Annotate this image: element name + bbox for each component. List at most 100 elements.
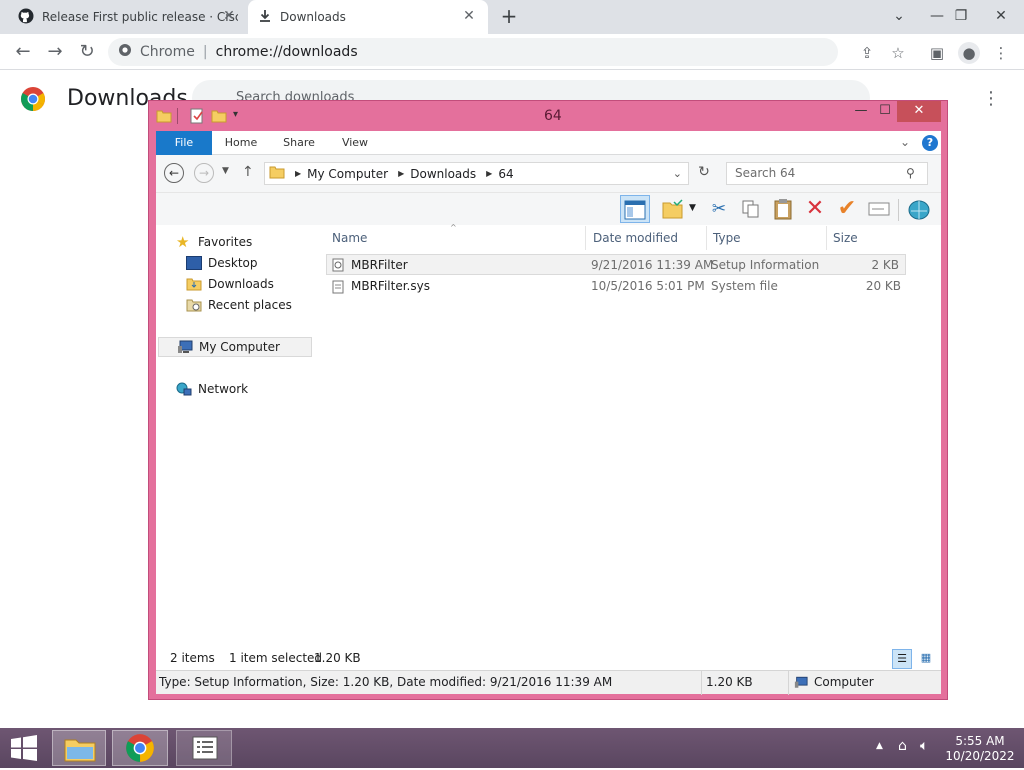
column-headers: Name ^ Date modified Type Size [326,223,906,250]
file-name: MBRFilter [351,258,408,272]
close-tab-icon[interactable]: ✕ [462,9,476,23]
tab-github-release[interactable]: Release First public release · Cisc ✕ [8,0,248,34]
show-hidden-icons-chevron-icon[interactable]: ▲ [876,741,883,751]
breadcrumb[interactable]: ▶ My Computer ▶ Downloads ▶ 64 ⌄ [264,162,689,185]
tab-share[interactable]: Share [272,131,326,155]
tab-home[interactable]: Home [216,131,266,155]
details-view-icon[interactable]: ☰ [892,649,912,669]
help-icon[interactable]: ? [922,135,938,151]
tab-downloads[interactable]: Downloads ✕ [248,0,488,34]
menu-kebab-icon[interactable]: ⋮ [990,42,1012,64]
recent-locations-dropdown-icon[interactable]: ▼ [222,166,229,176]
computer-icon [794,676,808,692]
up-arrow-icon[interactable]: ↑ [242,164,254,180]
restore-icon[interactable]: ❐ [944,0,978,32]
sort-caret-icon: ^ [450,223,457,232]
folder-search-input[interactable]: Search 64 [726,162,928,185]
file-row-mbrfilter-inf[interactable]: MBRFilter 9/21/2016 11:39 AM Setup Infor… [326,254,906,275]
column-date-modified[interactable]: Date modified [587,226,707,250]
address-bar[interactable]: Chrome | chrome://downloads [108,38,838,66]
side-panel-icon[interactable]: ▣ [926,42,948,64]
divider [701,671,702,695]
system-clock[interactable]: 5:55 AM 10/20/2022 [945,734,1015,764]
cut-scissors-icon[interactable]: ✂ [704,195,734,223]
delete-icon[interactable]: ✕ [800,195,830,223]
maximize-icon[interactable]: ☐ [873,101,897,122]
folder-icon [269,165,285,182]
preview-pane-icon[interactable] [620,195,650,223]
windows-start-icon[interactable] [6,730,42,766]
ribbon-tabs: File Home Share View ⌄ ? [156,131,941,155]
network-tray-icon[interactable]: ⌂ [898,738,907,754]
rename-icon[interactable] [864,195,894,223]
new-folder-icon[interactable] [211,108,227,124]
shell-globe-icon[interactable] [904,195,934,223]
close-window-icon[interactable]: ✕ [984,0,1018,32]
profile-avatar-icon[interactable]: ● [958,42,980,64]
bookmark-star-icon[interactable]: ☆ [887,42,909,64]
nav-downloads[interactable]: Downloads [186,274,274,294]
checkmark-icon[interactable]: ✔ [832,195,862,223]
chevron-right-icon: ▶ [486,169,493,178]
address-dropdown-icon[interactable]: ⌄ [673,167,682,180]
chevron-right-icon: ▶ [398,169,405,178]
taskbar-task-app[interactable] [176,730,232,766]
clock-date: 10/20/2022 [945,749,1015,763]
taskbar-chrome[interactable] [112,730,168,766]
tab-file[interactable]: File [156,131,212,155]
selection-count: 1 item selected [229,651,323,665]
recent-places-icon [186,298,202,312]
file-type: System file [711,279,778,293]
clock-time: 5:55 AM [955,734,1005,748]
share-icon[interactable]: ⇪ [856,42,878,64]
url-text[interactable]: chrome://downloads [216,44,358,60]
file-name: MBRFilter.sys [351,279,430,293]
volume-speaker-icon[interactable]: 🔈︎ [920,738,928,754]
new-tab-button[interactable]: + [498,6,520,28]
nav-network[interactable]: Network [176,379,248,399]
tab-view[interactable]: View [330,131,380,155]
file-row-mbrfilter-sys[interactable]: MBRFilter.sys 10/5/2016 5:01 PM System f… [326,276,906,297]
chevron-right-icon: ▶ [295,169,302,178]
column-size[interactable]: Size [827,226,906,250]
file-type: Setup Information [711,258,820,272]
forward-arrow-icon[interactable]: → [44,42,66,64]
ribbon-expand-chevron-icon[interactable]: ⌄ [900,135,910,149]
file-size: 20 KB [865,279,901,293]
downloads-folder-icon [186,277,202,291]
refresh-icon[interactable]: ↻ [694,164,714,184]
column-type[interactable]: Type [707,226,827,250]
reload-icon[interactable]: ↻ [76,42,98,64]
properties-icon[interactable] [189,108,205,124]
search-icon[interactable]: ⚲ [906,166,915,180]
tab-search-chevron-icon[interactable]: ⌄ [882,0,916,32]
nav-desktop[interactable]: Desktop [186,253,258,273]
qat-dropdown-icon[interactable]: ▾ [233,109,238,120]
desktop-icon [186,256,202,270]
close-window-icon[interactable]: ✕ [897,101,941,122]
file-date: 9/21/2016 11:39 AM [591,258,714,272]
paste-clipboard-icon[interactable] [768,195,798,223]
taskbar-file-explorer[interactable] [52,730,106,766]
nav-favorites[interactable]: ★ Favorites [176,232,252,252]
checklist-app-icon [192,736,218,760]
close-tab-icon[interactable]: ✕ [222,9,236,23]
downloads-menu-icon[interactable]: ⋮ [982,88,1000,110]
file-explorer-window[interactable]: ▾ 64 — ☐ ✕ File Home Share View ⌄ ? ← → … [148,100,948,700]
back-arrow-icon[interactable]: ← [12,42,34,64]
qat-divider [177,108,178,124]
github-icon [18,8,34,27]
copy-icon[interactable] [736,195,766,223]
nav-label: Network [198,382,249,396]
breadcrumb-64[interactable]: 64 [498,167,513,181]
minimize-icon[interactable]: — [849,101,873,122]
breadcrumb-my-computer[interactable]: My Computer [307,167,388,181]
forward-arrow-icon[interactable]: → [194,163,214,183]
breadcrumb-downloads[interactable]: Downloads [410,167,476,181]
nav-my-computer[interactable]: My Computer [158,337,312,357]
move-dropdown-icon[interactable]: ▼ [689,203,696,213]
large-icons-view-icon[interactable]: ▦ [916,649,936,669]
move-to-folder-icon[interactable] [658,195,688,223]
back-arrow-icon[interactable]: ← [164,163,184,183]
nav-recent-places[interactable]: Recent places [186,295,292,315]
